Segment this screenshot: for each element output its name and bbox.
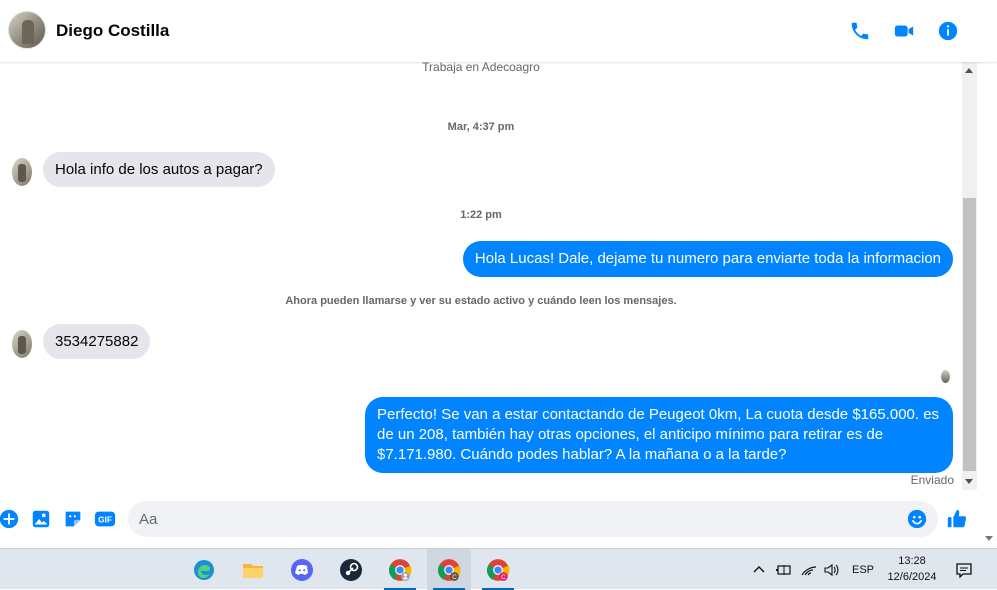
- info-icon[interactable]: [936, 19, 960, 43]
- system-notice: Ahora pueden llamarse y ver su estado ac…: [285, 295, 677, 307]
- battery-icon[interactable]: [775, 549, 793, 590]
- chat-header: Diego Costilla: [0, 0, 997, 62]
- image-icon[interactable]: [30, 508, 52, 530]
- scrollbar[interactable]: [962, 62, 977, 490]
- contact-avatar-small[interactable]: [12, 158, 32, 186]
- discord-icon[interactable]: [280, 549, 324, 590]
- like-icon[interactable]: [946, 508, 968, 530]
- message-input-placeholder: Aa: [139, 511, 158, 528]
- timestamp: 1:22 pm: [460, 209, 502, 221]
- emoji-icon[interactable]: [906, 508, 928, 530]
- clock-date: 12/6/2024: [887, 571, 937, 583]
- scroll-up-arrow[interactable]: [965, 68, 973, 73]
- edge-icon[interactable]: [182, 549, 226, 590]
- contact-avatar[interactable]: [8, 11, 46, 49]
- message-incoming[interactable]: Hola info de los autos a pagar?: [43, 152, 275, 187]
- message-input[interactable]: Aa: [128, 501, 938, 537]
- notifications-icon[interactable]: [955, 549, 973, 590]
- plus-icon[interactable]: [0, 508, 20, 530]
- message-list[interactable]: Trabaja en Adecoagro Mar, 4:37 pm Hola i…: [0, 62, 962, 490]
- page-scroll-down-arrow[interactable]: [985, 536, 993, 541]
- tray-chevron-icon[interactable]: [752, 549, 766, 590]
- contact-avatar-small[interactable]: [12, 330, 32, 358]
- chrome-profile-c2-icon[interactable]: C: [476, 549, 520, 590]
- gif-icon[interactable]: GIF: [94, 508, 116, 530]
- language-indicator[interactable]: ESP: [852, 549, 874, 590]
- message-outgoing[interactable]: Hola Lucas! Dale, dejame tu numero para …: [462, 241, 953, 277]
- video-icon[interactable]: [892, 19, 916, 43]
- file-explorer-icon[interactable]: [231, 549, 275, 590]
- volume-icon[interactable]: [823, 549, 841, 590]
- wifi-icon[interactable]: [800, 549, 818, 590]
- messenger-window: Diego Costilla Trabaja en Adecoagro Mar,…: [0, 0, 997, 548]
- message-outgoing[interactable]: Perfecto! Se van a estar contactando de …: [365, 397, 953, 473]
- contact-name[interactable]: Diego Costilla: [56, 21, 169, 41]
- chrome-profile-c-icon[interactable]: C: [427, 549, 471, 590]
- work-info: Trabaja en Adecoagro: [422, 62, 540, 74]
- chrome-icon[interactable]: [378, 549, 422, 590]
- scroll-thumb[interactable]: [963, 198, 976, 471]
- clock-time: 13:28: [898, 555, 926, 567]
- sticker-icon[interactable]: [62, 508, 84, 530]
- svg-text:GIF: GIF: [98, 516, 112, 525]
- message-incoming[interactable]: 3534275882: [43, 324, 151, 359]
- windows-taskbar: C C ESP 13:28 12/6/2024: [0, 548, 997, 590]
- phone-icon[interactable]: [848, 19, 872, 43]
- composer: GIF Aa: [0, 496, 997, 542]
- svg-text:C: C: [501, 573, 506, 580]
- system-clock[interactable]: 13:28 12/6/2024: [880, 553, 944, 585]
- message-status: Enviado: [910, 473, 954, 487]
- seen-indicator-avatar: [941, 370, 950, 383]
- steam-icon[interactable]: [329, 549, 373, 590]
- scroll-down-arrow[interactable]: [965, 479, 973, 484]
- svg-text:C: C: [452, 573, 457, 580]
- timestamp: Mar, 4:37 pm: [447, 121, 515, 133]
